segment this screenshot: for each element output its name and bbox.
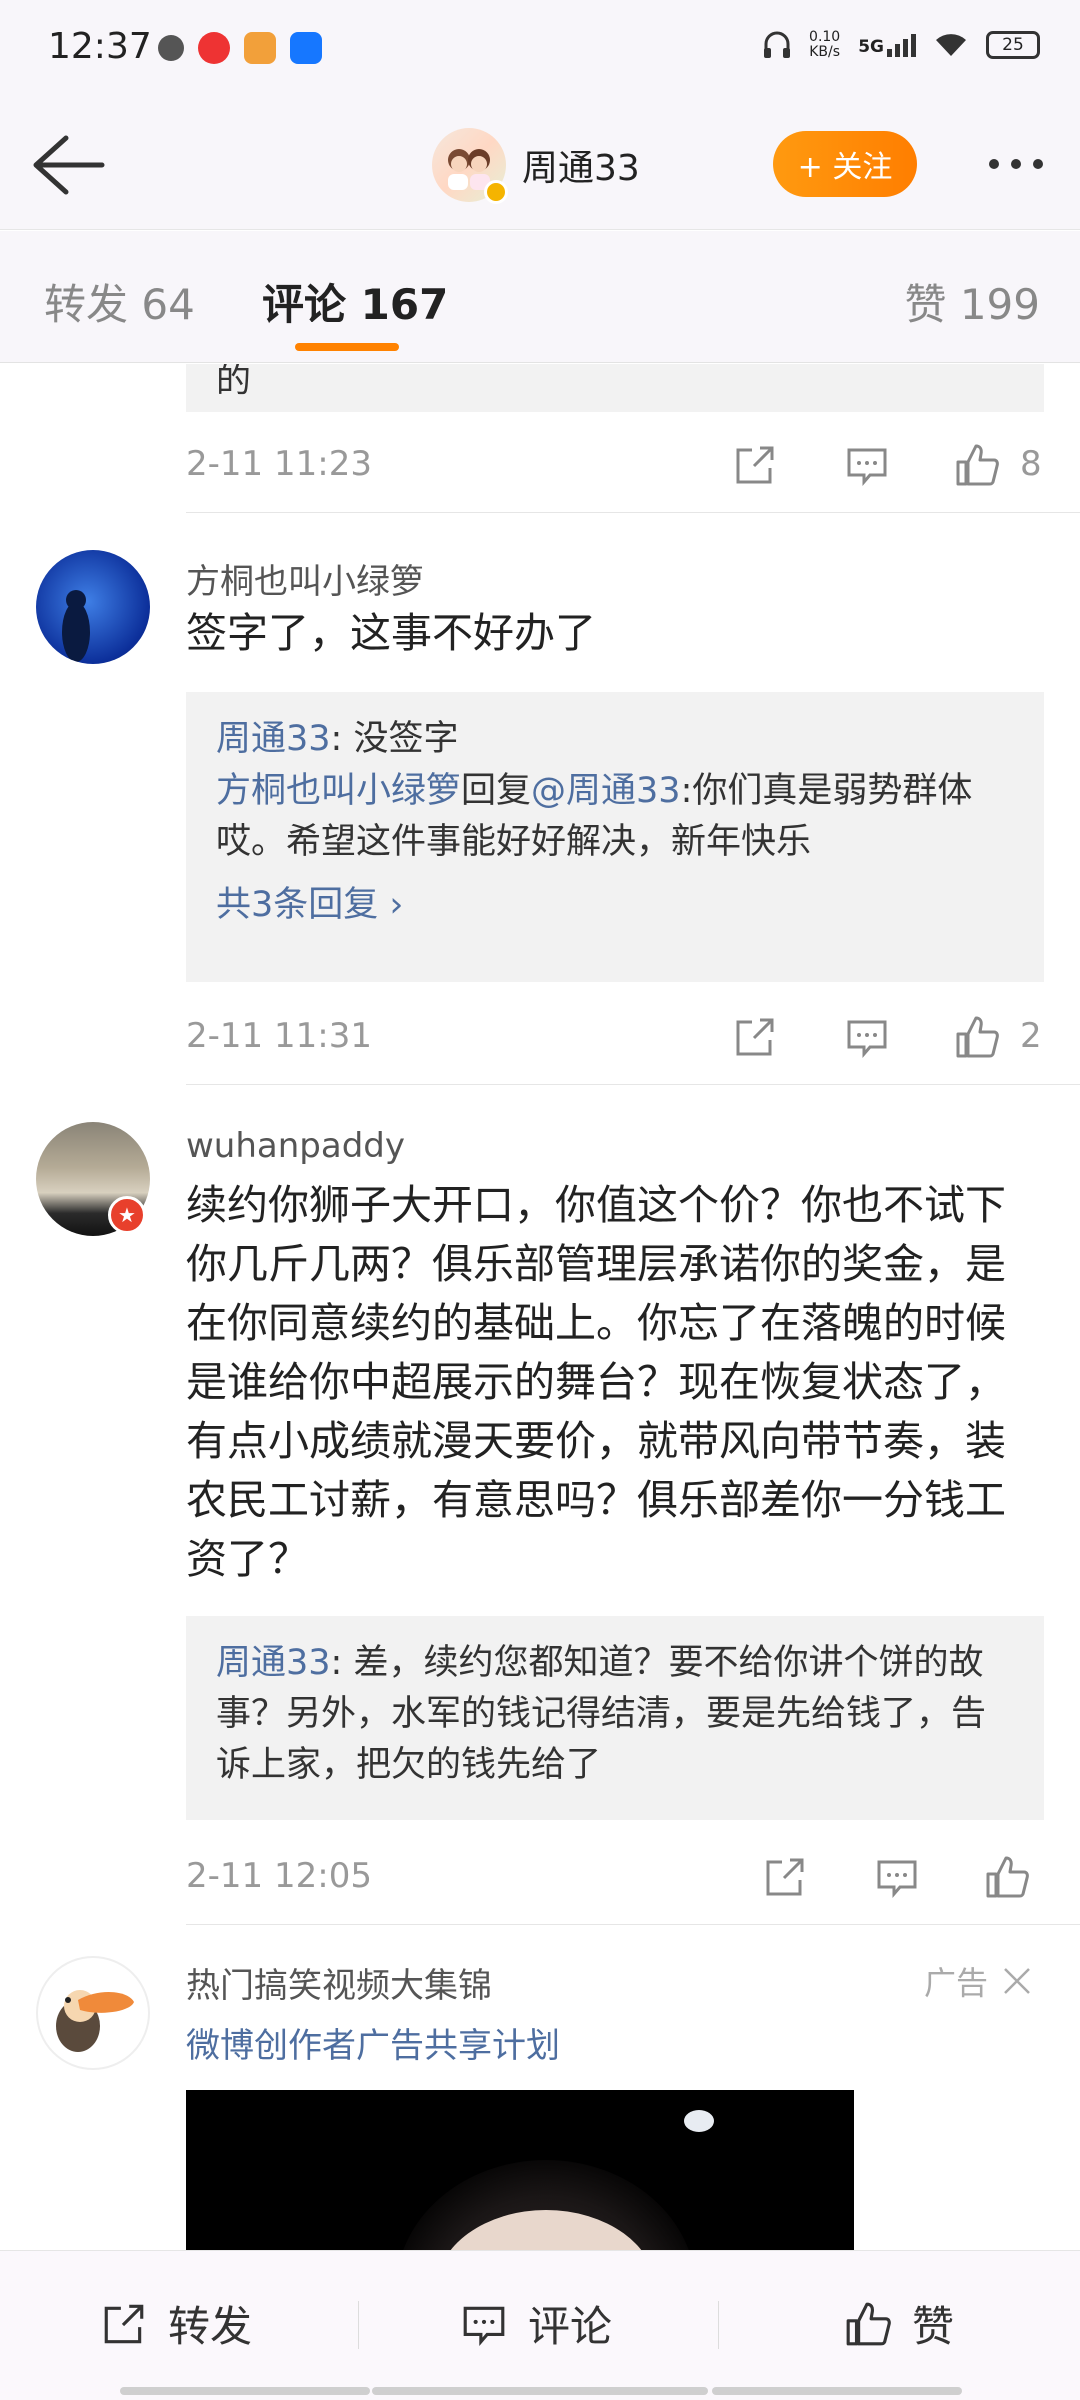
- ad-label-text: 广告: [924, 1964, 989, 2002]
- nav-handle: [120, 2387, 370, 2395]
- comment-time: 2-11 11:31: [186, 1016, 372, 1056]
- comment-meta: 2-11 12:05: [186, 1846, 1044, 1906]
- reply-username[interactable]: 方桐也叫小绿箩: [216, 771, 461, 811]
- close-icon[interactable]: [1002, 1966, 1032, 1996]
- comment-icon: [463, 2306, 505, 2346]
- reply-text-partial: 的: [216, 364, 252, 401]
- comment-time: 2-11 12:05: [186, 1856, 372, 1896]
- comment-meta: 2-11 11:23 8: [186, 434, 1044, 494]
- share-icon[interactable]: [732, 1014, 778, 1060]
- more-options-icon[interactable]: [976, 144, 1056, 184]
- follow-button[interactable]: + 关注: [773, 131, 917, 197]
- comment-meta: 2-11 11:31 2: [186, 1006, 1044, 1066]
- tab-repost[interactable]: 转发 64: [44, 271, 195, 332]
- alipay-icon: [290, 32, 322, 64]
- comment-button[interactable]: 评论: [460, 2293, 612, 2354]
- header-user[interactable]: 周通33: [432, 128, 640, 204]
- tab-active-indicator: [295, 343, 399, 351]
- repost-button[interactable]: 转发: [100, 2293, 252, 2354]
- tab-bar: 转发 64 评论 167 赞 199: [0, 231, 1080, 363]
- divider: [186, 1924, 1080, 1925]
- status-app-icons: [158, 32, 322, 64]
- like-icon[interactable]: [984, 1854, 1030, 1900]
- comment-time: 2-11 11:23: [186, 444, 372, 484]
- reply-box[interactable]: 周通33: 没签字 方桐也叫小绿箩回复@周通33:你们真是弱势群体 哎。希望这件…: [186, 692, 1044, 982]
- header-username: 周通33: [522, 148, 640, 189]
- like-icon: [846, 2302, 891, 2345]
- like-button[interactable]: 赞: [844, 2293, 954, 2354]
- avatar[interactable]: [432, 128, 508, 204]
- comment-feed[interactable]: 的 2-11 11:23 8 方桐也叫小绿箩 签字了，这事不好办了 周通33: …: [0, 364, 1080, 2250]
- status-indicators: 0.10 KB/s 5G 25: [763, 30, 1040, 60]
- comment-icon[interactable]: [874, 1854, 920, 1900]
- reply-username[interactable]: 周通33: [216, 1643, 331, 1683]
- battery-icon: 25: [986, 31, 1040, 59]
- back-arrow-icon[interactable]: [26, 132, 106, 198]
- app-icon: [198, 32, 230, 64]
- ad-label[interactable]: 广告: [924, 1958, 1032, 2004]
- weibo-icon: [244, 32, 276, 64]
- ad-avatar[interactable]: [36, 1956, 150, 2070]
- comment-label: 评论: [528, 2302, 613, 2351]
- tab-like[interactable]: 赞 199: [904, 271, 1040, 332]
- comment-icon[interactable]: [844, 442, 890, 488]
- like-count: 8: [1020, 444, 1042, 484]
- tab-comment[interactable]: 评论 167: [262, 271, 448, 332]
- comment-icon[interactable]: [844, 1014, 890, 1060]
- verified-badge-icon: [484, 180, 508, 204]
- nav-handle: [372, 2387, 708, 2395]
- share-icon[interactable]: [732, 442, 778, 488]
- reply-line: 周通33: 没签字: [216, 714, 1014, 765]
- wifi-icon: [936, 34, 966, 56]
- top-nav-bar: 周通33 + 关注: [0, 100, 1080, 230]
- reply-username[interactable]: 周通33: [216, 719, 331, 759]
- repost-icon: [104, 2304, 144, 2343]
- reply-text: 没签字: [353, 719, 459, 759]
- headphones-icon: [764, 31, 791, 58]
- avatar[interactable]: [36, 550, 150, 664]
- ad-video-thumbnail[interactable]: [186, 2090, 854, 2250]
- reply-line: 方桐也叫小绿箩回复@周通33:你们真是弱势群体 哎。希望这件事能好好解决，新年快…: [216, 766, 1014, 868]
- more-replies-link[interactable]: 共3条回复 ›: [216, 880, 1014, 931]
- divider: [718, 2301, 719, 2349]
- signal-icon: 5G: [858, 33, 916, 57]
- like-label: 赞: [912, 2302, 955, 2351]
- network-type: 5G: [858, 36, 884, 57]
- comment-username[interactable]: wuhanpaddy: [186, 1126, 405, 1166]
- comment-text: 续约你狮子大开口，你值这个价？你也不试下你几斤几两？俱乐部管理层承诺你的奖金，是…: [186, 1181, 1006, 1583]
- reply-line: 周通33: 差，续约您都知道？要不给你讲个饼的故事？另外，水军的钱记得结清，要是…: [216, 1638, 1014, 1791]
- comment-text: 签字了，这事不好办了: [186, 609, 596, 657]
- vip-badge-icon: ★: [108, 1196, 146, 1234]
- battery-level: 25: [1002, 35, 1024, 55]
- status-time: 12:37: [48, 26, 152, 67]
- bottom-action-bar: 转发 评论 赞: [0, 2250, 1080, 2400]
- reply-verb: 回复: [461, 771, 532, 811]
- reply-mention[interactable]: @周通33: [531, 771, 681, 811]
- divider: [186, 1084, 1080, 1085]
- like-count: 2: [1020, 1016, 1042, 1056]
- ad-title[interactable]: 热门搞笑视频大集锦: [186, 1958, 492, 2007]
- reply-box[interactable]: 周通33: 差，续约您都知道？要不给你讲个饼的故事？另外，水军的钱记得结清，要是…: [186, 1616, 1044, 1820]
- reply-box[interactable]: 的: [186, 364, 1044, 412]
- reply-separator: :: [330, 719, 354, 759]
- nav-handle: [712, 2387, 962, 2395]
- reply-text: : 差，续约您都知道？要不给你讲个饼的故事？另外，水军的钱记得结清，要是先给钱了…: [216, 1643, 987, 1785]
- ad-subtitle[interactable]: 微博创作者广告共享计划: [186, 2018, 560, 2067]
- app-icon: [158, 35, 184, 61]
- repost-label: 转发: [168, 2302, 253, 2351]
- like-icon[interactable]: [954, 442, 1000, 488]
- net-speed: 0.10 KB/s: [809, 29, 841, 60]
- status-bar: 12:37 0.10 KB/s 5G 25: [0, 0, 1080, 100]
- share-icon[interactable]: [762, 1854, 808, 1900]
- like-icon[interactable]: [954, 1014, 1000, 1060]
- comment-username[interactable]: 方桐也叫小绿箩: [186, 554, 424, 603]
- divider: [358, 2301, 359, 2349]
- divider: [186, 512, 1080, 513]
